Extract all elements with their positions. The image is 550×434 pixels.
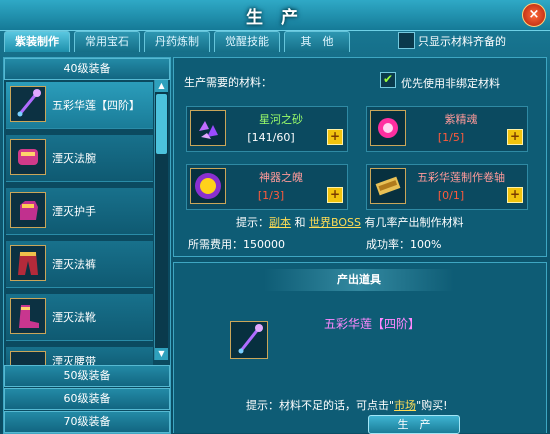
produce-button[interactable]: 生 产	[368, 415, 460, 434]
hint-prefix: 提示：	[236, 216, 269, 229]
hint-suffix: 有几率产出制作材料	[360, 216, 464, 229]
material-count: [141/60]	[247, 131, 295, 144]
list-item[interactable]: 湮灭护手	[6, 188, 153, 235]
output-heading: 产出道具	[264, 269, 454, 291]
window-title: 生 产	[246, 8, 304, 28]
boots-icon	[10, 298, 46, 334]
add-material-button[interactable]: +	[327, 187, 343, 203]
market-link[interactable]: 市场	[394, 399, 416, 412]
add-material-button[interactable]: +	[507, 129, 523, 145]
tab-elixirs[interactable]: 丹药炼制	[144, 31, 210, 52]
materials-heading: 生产需要的材料：	[184, 76, 272, 89]
list-item[interactable]: 湮灭法靴	[6, 294, 153, 341]
scroll-icon	[370, 168, 406, 204]
level-header-60[interactable]: 60级装备	[4, 388, 170, 410]
glove-icon	[10, 192, 46, 228]
output-item-name: 五彩华莲【四阶】	[324, 317, 421, 331]
scroll-down-icon[interactable]: ▼	[155, 348, 168, 360]
scroll-up-icon[interactable]: ▲	[155, 80, 168, 92]
list-item[interactable]: 五彩华莲【四阶】	[6, 82, 153, 129]
list-item-label: 湮灭护手	[52, 205, 96, 218]
add-material-button[interactable]: +	[507, 187, 523, 203]
materials-hint: 提示：副本 和 世界BOSS 有几率产出制作材料	[236, 214, 463, 230]
title-bar[interactable]: 生 产 ×	[0, 0, 550, 31]
add-material-button[interactable]: +	[327, 129, 343, 145]
rate-label: 成功率：	[366, 238, 410, 251]
list-item-label: 湮灭法靴	[52, 311, 96, 324]
hint-suffix: "购买!	[416, 399, 448, 412]
cost-line: 所需费用：150000	[188, 236, 285, 252]
material-name: 紫精魂	[444, 113, 478, 126]
material-count: [0/1]	[437, 189, 465, 202]
cost-value: 150000	[243, 238, 285, 251]
cost-label: 所需费用：	[188, 238, 243, 251]
bracer-icon	[10, 139, 46, 175]
material-name: 神器之魄	[259, 171, 303, 184]
staff-icon	[238, 324, 263, 354]
tab-purple-gear[interactable]: 紫装制作	[4, 31, 70, 52]
only-complete-label: 只显示材料齐备的	[418, 35, 506, 48]
success-rate-line: 成功率：100%	[366, 236, 441, 252]
material-slot[interactable]: 五彩华莲制作卷轴 [0/1] +	[366, 164, 528, 210]
only-complete-checkbox[interactable]	[398, 32, 415, 49]
soul-orb-icon	[370, 110, 406, 146]
level-header-40[interactable]: 40级装备	[4, 58, 170, 80]
material-slot[interactable]: 星河之砂 [141/60] +	[186, 106, 348, 152]
list-scrollbar[interactable]: ▲ ▼	[154, 80, 168, 360]
list-item-label: 湮灭法裤	[52, 258, 96, 271]
output-hint: 提示：材料不足的话，可点击"市场"购买!	[246, 397, 448, 413]
output-panel: 产出道具 五彩华莲【四阶】 提示：材料不足的话，可点击"市场"购买!	[173, 262, 547, 433]
material-slot[interactable]: 神器之魄 [1/3] +	[186, 164, 348, 210]
materials-panel: 生产需要的材料： ✔ 优先使用非绑定材料 星河之砂 [141/60] + 紫精魂…	[173, 57, 547, 257]
material-slot[interactable]: 紫精魂 [1/5] +	[366, 106, 528, 152]
output-item-slot[interactable]	[230, 321, 268, 359]
rate-value: 100%	[410, 238, 442, 251]
material-count: [1/3]	[257, 189, 285, 202]
material-name: 五彩华莲制作卷轴	[417, 171, 505, 184]
tab-other[interactable]: 其 他	[284, 31, 350, 52]
list-item[interactable]: 湮灭法裤	[6, 241, 153, 288]
list-item-label: 湮灭法腕	[52, 152, 96, 165]
unbound-priority-label: 优先使用非绑定材料	[401, 77, 500, 90]
material-count: [1/5]	[437, 131, 465, 144]
recipe-list: 40级装备 五彩华莲【四阶】 湮灭法腕 湮灭护手 湮灭法裤 湮灭法靴 湮灭腰带 …	[3, 57, 171, 434]
hint-mid: 和	[291, 216, 309, 229]
production-window: 生 产 × 紫装制作 常用宝石 丹药炼制 觉醒技能 其 他 只显示材料齐备的 4…	[0, 0, 550, 434]
list-item[interactable]: 湮灭法腕	[6, 135, 153, 182]
gold-orb-icon	[190, 168, 226, 204]
close-button[interactable]: ×	[522, 3, 546, 27]
unbound-priority-checkbox[interactable]: ✔	[380, 72, 396, 88]
dungeon-link[interactable]: 副本	[269, 216, 291, 229]
scroll-thumb[interactable]	[156, 94, 167, 154]
list-item-label: 五彩华莲【四阶】	[52, 99, 140, 112]
level-header-70[interactable]: 70级装备	[4, 411, 170, 433]
world-boss-link[interactable]: 世界BOSS	[309, 216, 361, 229]
material-name: 星河之砂	[259, 113, 303, 126]
tab-gems[interactable]: 常用宝石	[74, 31, 140, 52]
level-header-50[interactable]: 50级装备	[4, 365, 170, 387]
staff-icon	[10, 86, 46, 122]
tab-awakening[interactable]: 觉醒技能	[214, 31, 280, 52]
crystal-icon	[190, 110, 226, 146]
hint-prefix: 提示：材料不足的话，可点击"	[246, 399, 395, 412]
pants-icon	[10, 245, 46, 281]
